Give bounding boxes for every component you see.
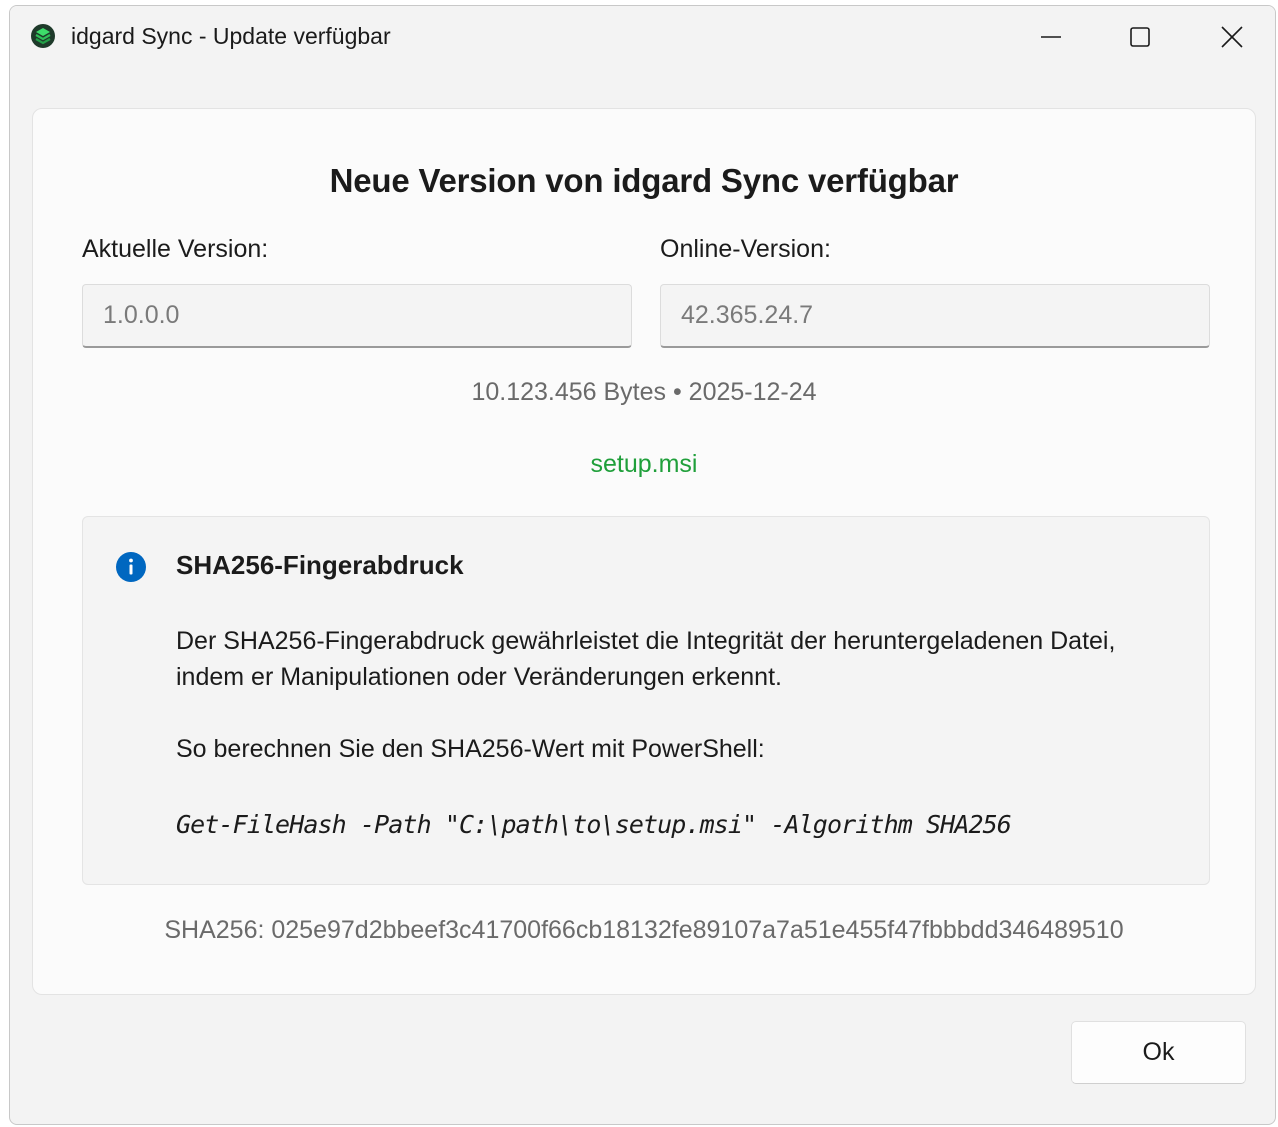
info-title: SHA256-Fingerabdruck	[176, 550, 464, 580]
file-download-link[interactable]: setup.msi	[591, 450, 698, 478]
online-version-field[interactable]: 42.365.24.7	[660, 284, 1210, 348]
file-size-date: 10.123.456 Bytes • 2025-12-24	[471, 378, 817, 406]
window-title: idgard Sync - Update verfügbar	[71, 23, 391, 49]
sha256-info-bar: SHA256-Fingerabdruck Der SHA256-Fingerab…	[82, 516, 1210, 885]
ok-button[interactable]: Ok	[1071, 1021, 1246, 1084]
idgard-app-icon	[31, 24, 55, 48]
current-version-field[interactable]: 1.0.0.0	[82, 284, 632, 348]
file-link-row: setup.msi	[33, 449, 1255, 479]
info-icon	[116, 552, 146, 582]
powershell-command: Get-FileHash -Path "C:\path\to\setup.msi…	[176, 810, 1012, 839]
content-card: Neue Version von idgard Sync verfügbar A…	[32, 108, 1256, 995]
close-icon	[1221, 26, 1243, 48]
current-version-label: Aktuelle Version:	[82, 235, 269, 263]
close-button[interactable]	[1204, 14, 1260, 60]
page-title: Neue Version von idgard Sync verfügbar	[329, 162, 959, 199]
info-description: Der SHA256-Fingerabdruck gewährleistet d…	[176, 627, 1116, 691]
minimize-icon	[1041, 36, 1061, 38]
online-version-label: Online-Version:	[660, 235, 831, 263]
update-dialog-window: idgard Sync - Update verfügbar Neue Vers…	[9, 5, 1276, 1125]
sha256-value: SHA256: 025e97d2bbeef3c41700f66cb18132fe…	[164, 916, 1124, 944]
maximize-icon	[1130, 27, 1150, 47]
powershell-hint: So berechnen Sie den SHA256-Wert mit Pow…	[176, 735, 765, 763]
minimize-button[interactable]	[1023, 14, 1079, 60]
title-bar[interactable]: idgard Sync - Update verfügbar	[10, 6, 1275, 68]
maximize-button[interactable]	[1112, 14, 1168, 60]
